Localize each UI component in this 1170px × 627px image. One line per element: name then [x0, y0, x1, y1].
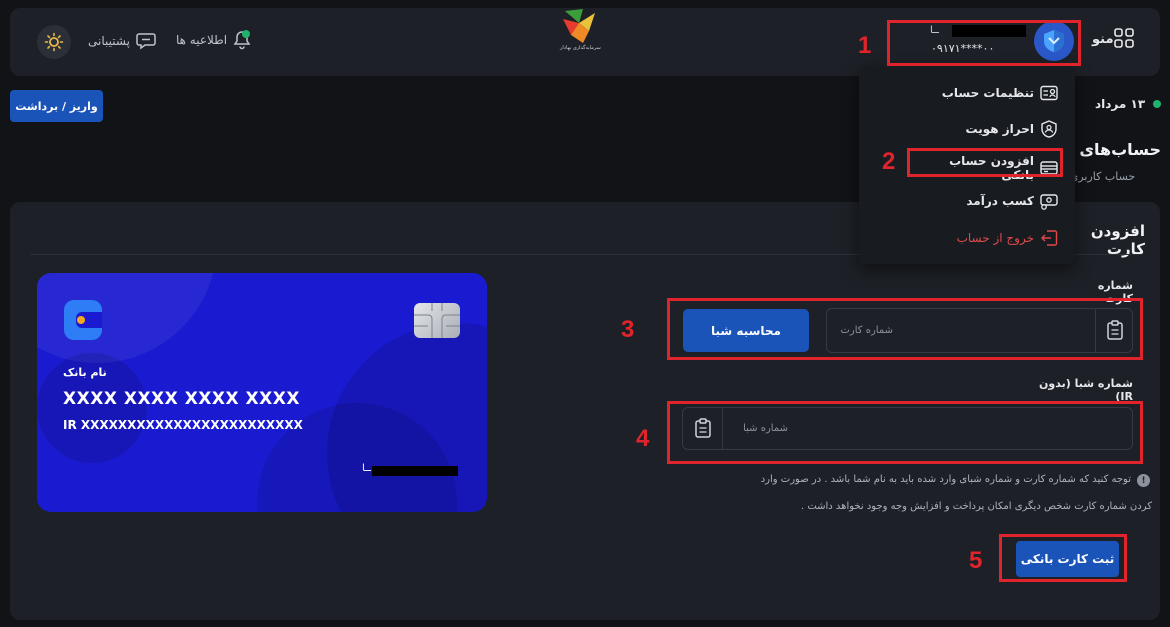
breadcrumb-root[interactable]: حساب کاربری — [1070, 170, 1135, 183]
id-card-icon — [1040, 84, 1058, 102]
sheba-label: شماره شبا (بدون IR) — [1039, 377, 1133, 403]
menu-item-account-settings[interactable]: تنظیمات حساب — [940, 84, 1058, 102]
annotation-box-5 — [999, 534, 1127, 582]
date-label: ۱۳ مرداد — [1095, 97, 1146, 111]
card-holder-tail: ــا — [362, 463, 371, 474]
grid-menu-icon[interactable] — [1114, 28, 1134, 48]
annotation-box-1 — [887, 20, 1081, 66]
annotation-number-1: 1 — [858, 32, 872, 59]
menu-label[interactable]: منو — [1092, 32, 1114, 47]
annotation-box-2 — [907, 148, 1063, 177]
menu-item-label: تنظیمات حساب — [941, 86, 1034, 100]
logout-icon — [1040, 229, 1058, 247]
card-bank-name: نام بانک — [63, 366, 107, 379]
notice-line-1: توجه کنید که شماره کارت و شماره شبای وار… — [760, 474, 1131, 485]
notice-line-2: کردن شماره کارت شخص دیگری امکان پرداخت و… — [800, 501, 1152, 512]
annotation-number-3: 3 — [621, 316, 635, 343]
sun-icon — [44, 32, 64, 52]
shield-check-icon — [1040, 120, 1058, 138]
card-holder-redacted — [372, 466, 458, 476]
menu-item-logout[interactable]: خروج از حساب — [950, 229, 1058, 247]
support-link[interactable]: پشتیبانی — [88, 32, 156, 50]
notifications-label: اطلاعیه ها — [176, 33, 228, 47]
money-icon — [1040, 192, 1058, 210]
support-label: پشتیبانی — [88, 34, 130, 48]
annotation-number-4: 4 — [636, 425, 650, 452]
annotation-box-3 — [667, 298, 1143, 360]
menu-item-label: خروج از حساب — [956, 231, 1034, 245]
card-iban-preview: IR XXXXXXXXXXXXXXXXXXXXXXXX — [63, 418, 303, 432]
date-indicator: ۱۳ مرداد — [1095, 97, 1162, 111]
bank-logo-icon — [64, 300, 102, 340]
logo-caption: سرمایه‌گذاری بهادار — [560, 45, 601, 51]
form-title: افزودن کارت — [1090, 222, 1145, 258]
annotation-number-2: 2 — [882, 148, 896, 175]
info-icon: ! — [1137, 474, 1150, 487]
card-chip-icon — [414, 303, 460, 338]
online-dot — [1153, 100, 1162, 108]
menu-item-label: کسب درآمد — [966, 194, 1034, 208]
annotation-box-4 — [667, 401, 1143, 464]
menu-item-earn-income[interactable]: کسب درآمد — [958, 192, 1058, 210]
theme-toggle-button[interactable] — [37, 25, 71, 59]
chat-icon — [136, 33, 156, 50]
card-number-preview: XXXX XXXX XXXX XXXX — [63, 389, 300, 409]
notifications-link[interactable]: اطلاعیه ها — [176, 30, 251, 50]
brand-logo[interactable] — [553, 3, 601, 51]
annotation-number-5: 5 — [969, 547, 983, 574]
page-title: حساب‌های بانکی — [1075, 140, 1161, 159]
notification-dot — [242, 30, 250, 38]
deposit-withdraw-button[interactable]: واریز / برداشت — [10, 90, 103, 122]
menu-item-label: احراز هویت — [965, 122, 1034, 136]
menu-item-identity-verification[interactable]: احراز هویت — [960, 120, 1058, 138]
